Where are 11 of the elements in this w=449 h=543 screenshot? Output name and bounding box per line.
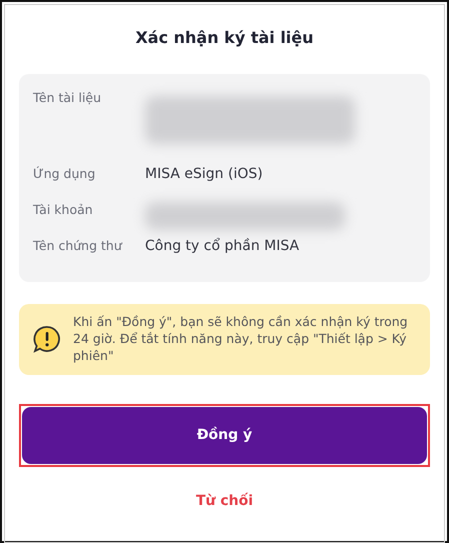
warning-icon — [33, 325, 61, 354]
field-label: Ứng dụng — [33, 165, 96, 183]
field-label: Tên tài liệu — [33, 89, 102, 107]
notice-text: Khi ấn "Đồng ý", bạn sẽ không cần xác nhận ký trong 24 giờ. Để tắt tính năng này, truy cập "Thiết lập > Ký phiên" — [73, 314, 409, 365]
decline-button[interactable]: Từ chối — [190, 492, 260, 510]
agree-button[interactable]: Đồng ý — [22, 406, 427, 464]
field-label: Tên chứng thư — [33, 237, 122, 255]
field-value: MISA eSign (iOS) — [145, 165, 263, 184]
field-value: Công ty cổ phần MISA — [145, 236, 300, 256]
dialog-title: Xác nhận ký tài liệu — [134, 28, 315, 47]
field-label: Tài khoản — [33, 201, 93, 219]
